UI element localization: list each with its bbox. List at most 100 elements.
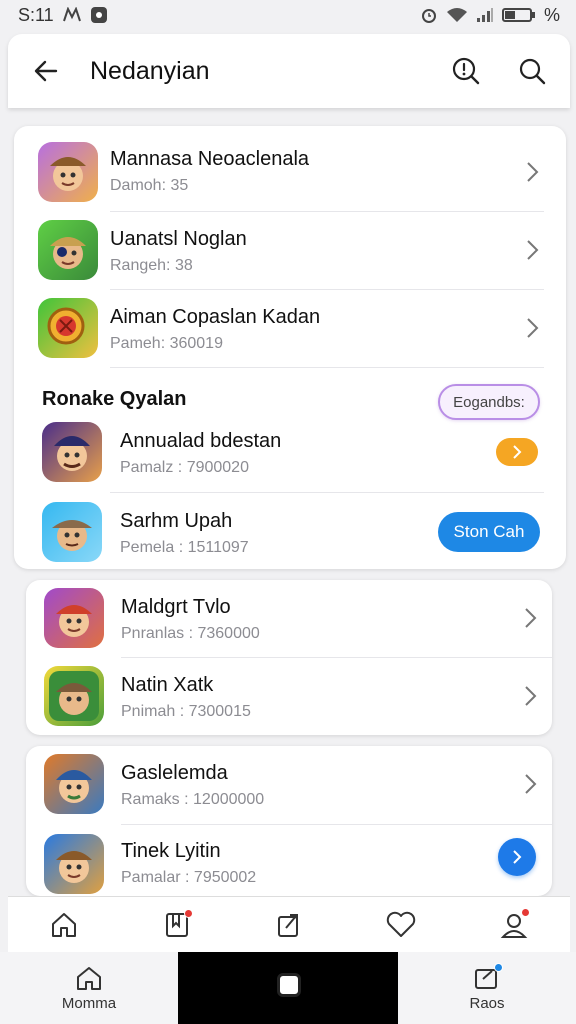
nav-profile[interactable] [494,905,534,945]
open-button[interactable] [496,438,538,466]
chevron-right-icon [527,318,539,338]
status-bar: S:11 % [0,0,576,30]
bottom-nav [8,896,570,952]
list-item-title: Annualad bdestan [120,430,282,452]
list-item-title: Aiman Copaslan Kadan [110,306,321,328]
notification-badge [183,908,193,918]
chevron-right-icon [525,686,537,706]
app-icon [42,502,102,562]
list-item[interactable]: Mannasa Neoaclenala Damoh: 35 [14,140,566,204]
back-button[interactable] [26,51,66,91]
list-item-subtitle: Damoh: 35 [110,177,189,194]
nav-share[interactable] [269,905,309,945]
status-left: S:11 [18,5,108,26]
list-item-title: Uanatsl Noglan [110,228,247,250]
divider [110,289,544,290]
nav-home[interactable] [44,905,84,945]
list-item-text: Sarhm Upah Pemela : 1511097 [120,510,249,557]
list-item-text: Maldgrt Tvlo Pnranlas : 7360000 [121,596,260,643]
chevron-right-icon [527,162,539,182]
list-item-text: Aiman Copaslan Kadan Pameh: 360019 [110,306,320,353]
list-item-title: Tinek Lyitin [121,840,221,862]
list-item[interactable]: Maldgrt Tvlo Pnranlas : 7360000 [26,586,552,650]
wifi-icon [446,7,468,23]
notification-badge [494,962,503,972]
list-item-subtitle: Pemela : 1511097 [120,539,249,556]
divider [110,492,544,493]
list-item[interactable]: Tinek Lyitin Pamalar : 7950002 [26,832,552,896]
list-item-subtitle: Rangeh: 38 [110,257,193,274]
list-item-subtitle: Pamalar : 7950002 [121,869,257,886]
signal-icon [476,7,494,23]
notification-badge [520,907,530,917]
featured-card: Mannasa Neoaclenala Damoh: 35 Uanatsl No… [14,126,566,569]
nav-bookmark[interactable] [157,905,197,945]
media-icon [62,7,82,23]
app-icon [38,142,98,202]
chevron-right-icon [527,240,539,260]
divider [110,211,544,212]
nav-favorites[interactable] [381,905,421,945]
list-card: Maldgrt Tvlo Pnranlas : 7360000 Natin Xa… [26,580,552,735]
sys-nav-right-label: Raos [469,994,505,1012]
back-arrow-icon [34,60,58,82]
home-icon [52,912,77,937]
list-item-text: Mannasa Neoaclenala Damoh: 35 [110,148,309,195]
sys-nav-right[interactable]: Raos [398,952,576,1024]
help-button[interactable] [446,51,486,91]
alarm-icon [420,6,438,24]
list-item-text: Annualad bdestan Pamalz : 7900020 [120,430,281,477]
list-item-title: Maldgrt Tvlo [121,596,231,618]
app-icon [38,298,98,358]
section-title: Ronake Qyalan [42,388,187,410]
chevron-right-icon [525,608,537,628]
list-card: Gaslelemda Ramaks : 12000000 Tinek Lyiti… [26,746,552,896]
app-icon [44,754,104,814]
list-item-title: Gaslelemda [121,762,228,784]
app-icon [44,834,104,894]
battery-icon [501,7,536,23]
list-item[interactable]: Gaslelemda Ramaks : 12000000 [26,752,552,816]
notification-icon [90,6,108,24]
top-app-bar: Nedanyian [8,34,570,108]
action-button[interactable]: Ston Cah [438,512,540,552]
list-item[interactable]: Annualad bdestan Pamalz : 7900020 [14,420,566,484]
page-title: Nedanyian [90,56,210,85]
list-item-text: Tinek Lyitin Pamalar : 7950002 [121,840,256,887]
list-item-subtitle: Pnranlas : 7360000 [121,625,260,642]
divider [121,824,552,825]
home-icon [77,966,101,990]
app-icon [44,588,104,648]
list-item-subtitle: Ramaks : 12000000 [121,791,265,808]
list-item-title: Mannasa Neoaclenala [110,148,310,170]
list-item-text: Gaslelemda Ramaks : 12000000 [121,762,264,809]
list-item-text: Natin Xatk Pnimah : 7300015 [121,674,251,721]
chevron-right-icon [525,774,537,794]
app-icon [44,666,104,726]
divider [121,657,552,658]
list-item-subtitle: Pameh: 360019 [110,335,223,352]
list-item-text: Uanatsl Noglan Rangeh: 38 [110,228,247,275]
list-item-title: Natin Xatk [121,674,214,696]
battery-text: % [543,4,560,25]
divider [110,367,544,368]
heart-icon [387,911,416,937]
list-item-title: Sarhm Upah [120,510,233,532]
section-pill-button[interactable]: Eogandbs: [438,384,540,420]
app-icon [42,422,102,482]
list-item[interactable]: Natin Xatk Pnimah : 7300015 [26,664,552,728]
share-icon [277,913,298,937]
help-search-icon [452,57,480,85]
sys-nav-left-label: Momma [61,994,117,1012]
sys-nav-left[interactable]: Momma [0,952,178,1024]
open-button[interactable] [498,838,536,876]
list-item[interactable]: Uanatsl Noglan Rangeh: 38 [14,218,566,282]
status-right: % [420,5,560,26]
list-item-subtitle: Pnimah : 7300015 [121,703,251,720]
list-item[interactable]: Aiman Copaslan Kadan Pameh: 360019 [14,296,566,360]
home-button[interactable] [277,973,301,997]
list-item-subtitle: Pamalz : 7900020 [120,459,249,476]
chevron-right-icon [513,850,522,864]
search-button[interactable] [512,51,552,91]
list-item[interactable]: Sarhm Upah Pemela : 1511097 Ston Cah [14,500,566,564]
